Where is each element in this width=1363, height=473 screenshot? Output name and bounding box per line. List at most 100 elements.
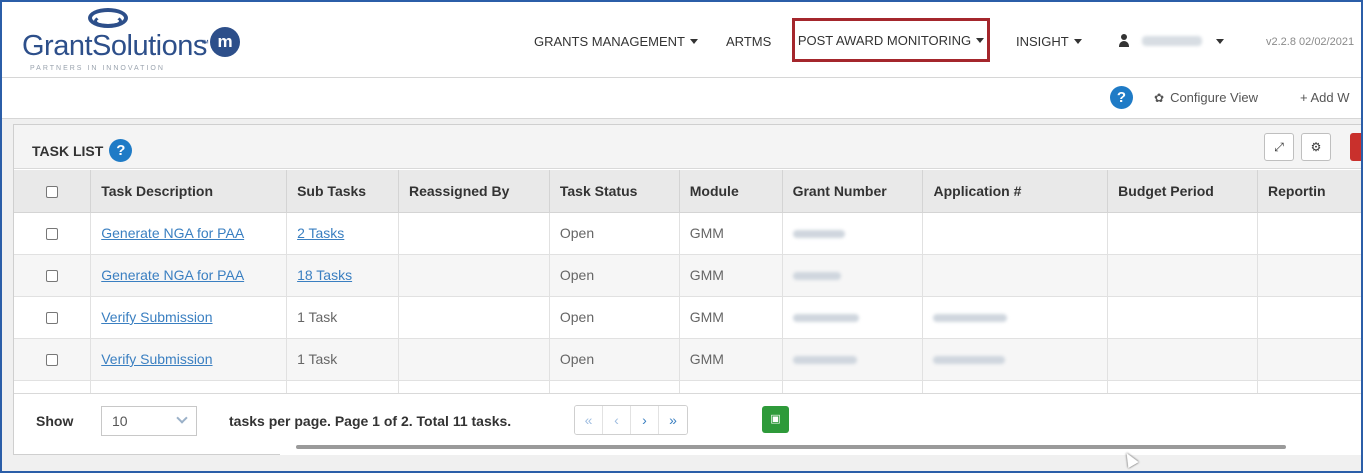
table-row[interactable]: Verify Submission 1 Task OpenGMM xyxy=(14,296,1361,339)
table-row[interactable]: Generate NGA for PAA 18 Tasks Open GMM xyxy=(14,254,1361,297)
caret-down-icon xyxy=(976,37,985,43)
col-header[interactable]: Module xyxy=(679,170,783,213)
row-checkbox[interactable] xyxy=(46,270,59,283)
nav-insight[interactable]: INSIGHT xyxy=(1016,34,1082,49)
reassigned-by-cell xyxy=(398,296,550,339)
nav-post-award-monitoring-label: POST AWARD MONITORING xyxy=(797,32,972,48)
task-description-cell: Generate NGA for PAA xyxy=(90,212,288,255)
caret-down-icon xyxy=(1216,38,1224,44)
settings-button[interactable]: ⚙ xyxy=(1301,133,1331,161)
row-select-cell xyxy=(14,296,92,339)
configure-view-label: Configure View xyxy=(1170,90,1258,105)
col-header[interactable]: Task Status xyxy=(549,170,680,213)
grant-number-cell xyxy=(782,296,924,339)
sub-tasks-text: 1 Task xyxy=(297,309,338,325)
col-header[interactable]: Reassigned By xyxy=(398,170,550,213)
col-header[interactable]: Reportin xyxy=(1257,170,1361,213)
logo-badge-icon: m xyxy=(210,27,240,57)
redacted-grant-number xyxy=(792,314,859,323)
sub-tasks-link[interactable]: 18 Tasks xyxy=(297,267,352,283)
table-row[interactable]: Generate NGA for PAA 2 Tasks Open GMM xyxy=(14,212,1361,255)
excel-export-icon: ▣ xyxy=(770,413,781,425)
pagination: « ‹ › » xyxy=(574,405,688,435)
caret-down-icon xyxy=(689,39,698,44)
logo-text: GrantSolutions xyxy=(22,30,207,62)
col-header[interactable]: Task Description xyxy=(90,170,288,213)
redacted-grant-number xyxy=(792,230,845,239)
grant-number-cell xyxy=(782,254,924,297)
row-checkbox[interactable] xyxy=(46,228,59,241)
expand-button[interactable]: ⤢ xyxy=(1264,133,1294,161)
task-status-cell: Open xyxy=(549,338,680,381)
task-description-cell: Verify Submission xyxy=(90,296,288,339)
user-icon xyxy=(1118,34,1130,48)
horizontal-scrollbar[interactable] xyxy=(280,441,1361,455)
row-checkbox[interactable] xyxy=(46,312,59,325)
top-navigation: GrantSolutions ™ m PARTNERS IN INNOVATIO… xyxy=(2,2,1361,78)
sub-tasks-cell: 1 Task xyxy=(286,296,399,339)
reporting-cell xyxy=(1257,338,1361,381)
application-number-cell xyxy=(922,212,1109,255)
col-header[interactable]: Budget Period xyxy=(1107,170,1259,213)
show-label: Show xyxy=(36,413,74,429)
app-frame: GrantSolutions ™ m PARTNERS IN INNOVATIO… xyxy=(0,0,1363,473)
page-size-select[interactable]: 10 xyxy=(101,406,197,436)
scrollbar-thumb[interactable] xyxy=(296,445,1286,449)
version-label: v2.2.8 02/02/2021 xyxy=(1266,36,1355,48)
budget-period-cell xyxy=(1107,254,1259,297)
task-description-cell: Verify Submission xyxy=(90,338,288,381)
table-row[interactable]: Verify Submission 1 Task OpenGMM xyxy=(14,338,1361,381)
nav-artms[interactable]: ARTMS xyxy=(726,34,771,49)
help-icon[interactable]: ? xyxy=(1110,86,1133,109)
first-page-button[interactable]: « xyxy=(575,406,603,434)
nav-insight-label: INSIGHT xyxy=(1016,34,1069,49)
expand-icon: ⤢ xyxy=(1274,140,1284,154)
task-description-link[interactable]: Generate NGA for PAA xyxy=(101,225,244,241)
task-description-link[interactable]: Verify Submission xyxy=(101,309,212,325)
nav-user-menu[interactable] xyxy=(1118,34,1224,48)
next-page-button[interactable]: › xyxy=(631,406,659,434)
task-list-panel: TASK LIST ? ⤢ ⚙ Task Description Sub Tas… xyxy=(13,124,1361,455)
add-widget-button[interactable]: + Add W xyxy=(1300,90,1350,105)
module-cell: GMM xyxy=(679,338,783,381)
select-all-cell xyxy=(14,170,92,213)
page-size-value: 10 xyxy=(112,413,128,429)
logo-tagline: PARTNERS IN INNOVATION xyxy=(30,65,165,72)
grant-number-cell xyxy=(782,338,924,381)
sub-tasks-cell: 18 Tasks xyxy=(286,254,399,297)
row-select-cell xyxy=(14,254,92,297)
redacted-grant-number xyxy=(792,272,841,281)
excel-export-button[interactable]: ▣ xyxy=(762,406,789,433)
row-select-cell xyxy=(14,338,92,381)
grantsolutions-logo[interactable]: GrantSolutions ™ m PARTNERS IN INNOVATIO… xyxy=(20,8,250,74)
panel-title-text: TASK LIST xyxy=(32,142,104,159)
nav-post-award-monitoring[interactable]: POST AWARD MONITORING xyxy=(792,18,990,62)
help-icon[interactable]: ? xyxy=(109,139,133,162)
last-page-button[interactable]: » xyxy=(659,406,687,434)
reporting-cell xyxy=(1257,296,1361,339)
application-number-cell xyxy=(922,296,1109,339)
sub-tasks-link[interactable]: 2 Tasks xyxy=(297,225,344,241)
row-checkbox[interactable] xyxy=(46,354,59,367)
redacted-grant-number xyxy=(792,356,857,365)
col-header[interactable]: Grant Number xyxy=(782,170,924,213)
reassigned-by-cell xyxy=(398,338,550,381)
redacted-application-number xyxy=(933,356,1006,365)
configure-view-button[interactable]: ✿ Configure View xyxy=(1154,90,1258,105)
row-select-cell xyxy=(14,212,92,255)
col-header[interactable]: Application # xyxy=(922,170,1109,213)
close-button[interactable] xyxy=(1350,133,1361,161)
table-footer: Show 10 tasks per page. Page 1 of 2. Tot… xyxy=(14,393,1361,441)
reassigned-by-cell xyxy=(398,254,550,297)
nav-grants-management[interactable]: GRANTS MANAGEMENT xyxy=(534,34,698,49)
prev-page-button[interactable]: ‹ xyxy=(603,406,631,434)
task-description-link[interactable]: Generate NGA for PAA xyxy=(101,267,244,283)
select-all-checkbox[interactable] xyxy=(46,186,59,199)
task-description-cell: Generate NGA for PAA xyxy=(90,254,288,297)
nav-grants-management-label: GRANTS MANAGEMENT xyxy=(534,34,685,49)
col-header[interactable]: Sub Tasks xyxy=(286,170,399,213)
task-description-link[interactable]: Verify Submission xyxy=(101,351,212,367)
reporting-cell xyxy=(1257,212,1361,255)
table-header-row: Task Description Sub Tasks Reassigned By… xyxy=(14,170,1361,213)
sub-tasks-cell: 2 Tasks xyxy=(286,212,399,255)
